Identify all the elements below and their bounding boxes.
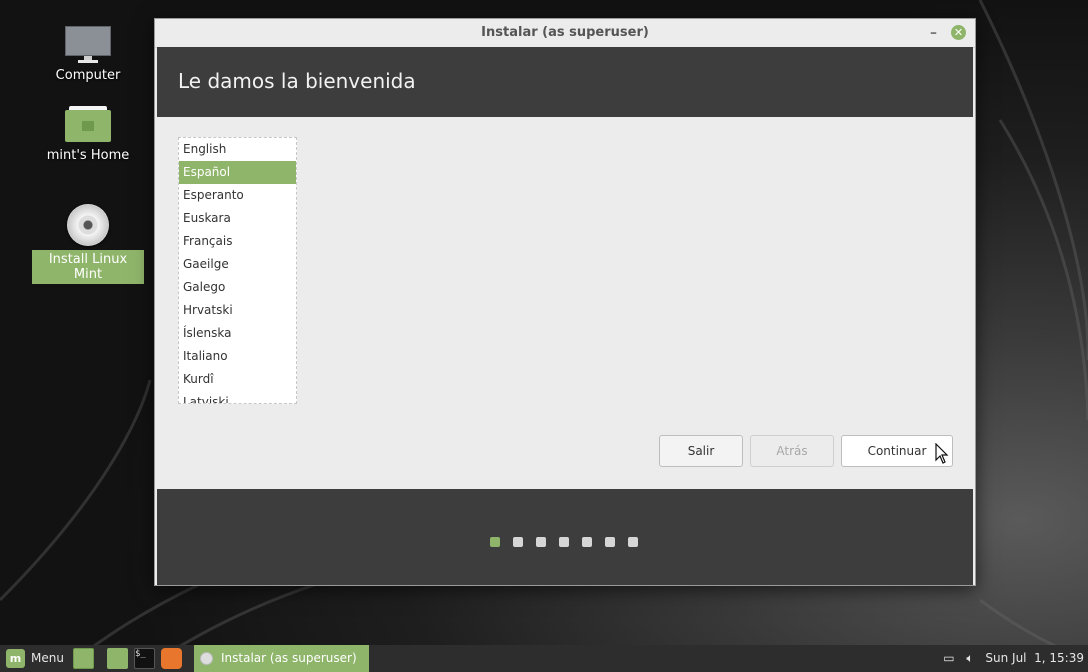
show-desktop-icon[interactable]	[73, 648, 94, 669]
language-item[interactable]: Íslenska	[179, 322, 296, 345]
desktop-icon-computer[interactable]: Computer	[32, 26, 144, 85]
language-item[interactable]: Italiano	[179, 345, 296, 368]
language-item[interactable]: Euskara	[179, 207, 296, 230]
page-title: Le damos la bienvenida	[178, 69, 416, 93]
disc-icon	[67, 204, 109, 246]
language-item[interactable]: Français	[179, 230, 296, 253]
language-item[interactable]: Hrvatski	[179, 299, 296, 322]
files-icon[interactable]	[107, 648, 128, 669]
mint-logo-icon: m	[6, 649, 25, 668]
page-header: Le damos la bienvenida	[157, 47, 973, 117]
disc-small-icon	[200, 652, 213, 665]
language-item[interactable]: Kurdî	[179, 368, 296, 391]
firefox-icon[interactable]	[161, 648, 182, 669]
home-folder-icon	[65, 106, 111, 142]
menu-button[interactable]: m Menu	[6, 648, 64, 669]
step-indicator	[490, 532, 638, 551]
minimize-icon[interactable]: –	[930, 19, 937, 47]
menu-label: Menu	[31, 651, 64, 665]
clock[interactable]: Sun Jul 1, 15:39	[985, 651, 1084, 665]
mouse-cursor-icon	[935, 443, 949, 464]
desktop-icon-home[interactable]: mint's Home	[32, 106, 144, 165]
terminal-icon[interactable]: $_	[134, 648, 155, 669]
close-icon[interactable]: ✕	[951, 25, 966, 40]
system-tray: ▭ 🔈︎ Sun Jul 1, 15:39	[935, 645, 1084, 672]
language-list[interactable]: English Español Esperanto Euskara França…	[178, 137, 297, 404]
step-dot	[582, 537, 592, 547]
computer-icon	[65, 26, 111, 63]
taskbar: m Menu $_ Instalar (as superuser) ▭ 🔈︎ Su…	[0, 645, 1088, 672]
content-area: English Español Esperanto Euskara França…	[157, 117, 973, 489]
step-dot	[536, 537, 546, 547]
step-dot	[513, 537, 523, 547]
desktop-icon-install[interactable]: Install Linux Mint	[32, 204, 144, 284]
desktop-icon-label: Computer	[55, 68, 121, 83]
step-dot	[559, 537, 569, 547]
installer-window: Instalar (as superuser) – ✕ Le damos la …	[154, 18, 976, 586]
window-title: Instalar (as superuser)	[481, 25, 649, 40]
progress-footer	[157, 489, 973, 585]
step-dot-active	[490, 537, 500, 547]
step-dot	[605, 537, 615, 547]
language-item[interactable]: Gaeilge	[179, 253, 296, 276]
taskbar-window-button[interactable]: Instalar (as superuser)	[194, 645, 369, 672]
desktop-icon-label: mint's Home	[46, 148, 130, 163]
window-titlebar[interactable]: Instalar (as superuser) – ✕	[155, 19, 975, 48]
volume-icon[interactable]: 🔈︎	[966, 651, 973, 665]
language-item[interactable]: Galego	[179, 276, 296, 299]
back-button[interactable]: Atrás	[750, 435, 834, 467]
language-item[interactable]: Esperanto	[179, 184, 296, 207]
language-item[interactable]: Latviski	[179, 391, 296, 403]
language-item[interactable]: English	[179, 138, 296, 161]
task-label: Instalar (as superuser)	[221, 651, 357, 665]
notifications-icon[interactable]: ▭	[943, 651, 954, 665]
quit-button[interactable]: Salir	[659, 435, 743, 467]
step-dot	[628, 537, 638, 547]
desktop-icon-label: Install Linux Mint	[32, 250, 144, 284]
language-item-selected[interactable]: Español	[179, 161, 296, 184]
